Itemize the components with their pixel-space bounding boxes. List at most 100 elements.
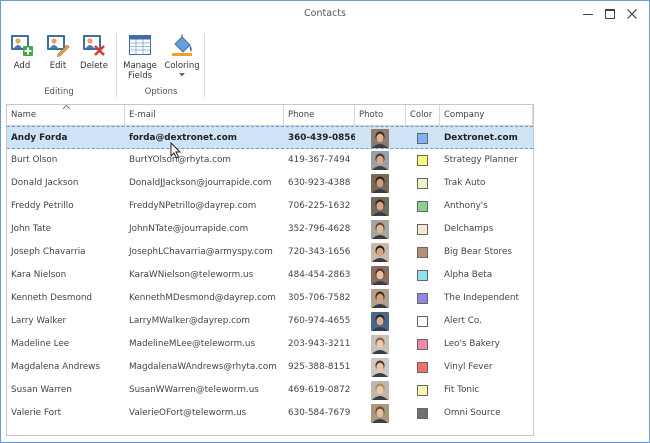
close-button[interactable] (621, 4, 643, 24)
phone-cell[interactable]: 419-367-7494 (284, 149, 355, 172)
name-cell[interactable]: Joseph Chavarria (7, 241, 125, 264)
phone-cell[interactable]: 360-439-0856 (284, 127, 355, 150)
manage-fields-button[interactable]: Manage Fields (119, 31, 161, 81)
maximize-button[interactable] (599, 4, 621, 24)
company-cell[interactable]: Alert Co. (440, 310, 533, 333)
company-cell[interactable]: Dextronet.com (440, 127, 533, 150)
photo-cell[interactable] (355, 356, 406, 379)
photo-cell[interactable] (355, 287, 406, 310)
table-row[interactable]: Andy Forda forda@dextronet.com 360-439-085… (7, 126, 533, 149)
column-header-phone[interactable]: Phone (284, 105, 355, 126)
color-cell[interactable] (406, 402, 440, 425)
color-cell[interactable] (406, 195, 440, 218)
name-cell[interactable]: Valerie Fort (7, 402, 125, 425)
column-header-photo[interactable]: Photo (355, 105, 406, 126)
email-cell[interactable]: ValerieOFort@teleworm.us (125, 402, 284, 425)
email-cell[interactable]: LarryMWalker@dayrep.com (125, 310, 284, 333)
name-cell[interactable]: Freddy Petrillo (7, 195, 125, 218)
email-cell[interactable]: MadelineMLee@teleworm.us (125, 333, 284, 356)
company-cell[interactable]: Fit Tonic (440, 379, 533, 402)
name-cell[interactable]: Madeline Lee (7, 333, 125, 356)
company-cell[interactable]: Strategy Planner (440, 149, 533, 172)
color-cell[interactable] (406, 379, 440, 402)
photo-cell[interactable] (355, 402, 406, 425)
color-cell[interactable] (406, 172, 440, 195)
photo-cell[interactable] (355, 218, 406, 241)
email-cell[interactable]: KennethMDesmond@dayrep.com (125, 287, 284, 310)
table-row[interactable]: Magdalena Andrews MagdalenaWAndrews@rhyta… (7, 356, 533, 379)
color-cell[interactable] (406, 241, 440, 264)
company-cell[interactable]: Leo's Bakery (440, 333, 533, 356)
name-cell[interactable]: Donald Jackson (7, 172, 125, 195)
company-cell[interactable]: Big Bear Stores (440, 241, 533, 264)
photo-cell[interactable] (355, 241, 406, 264)
photo-cell[interactable] (355, 333, 406, 356)
color-cell[interactable] (406, 333, 440, 356)
photo-cell[interactable] (355, 127, 406, 150)
color-cell[interactable] (406, 264, 440, 287)
table-row[interactable]: Freddy Petrillo FreddyNPetrillo@dayrep.co… (7, 195, 533, 218)
photo-cell[interactable] (355, 264, 406, 287)
phone-cell[interactable]: 484-454-2863 (284, 264, 355, 287)
email-cell[interactable]: SusanWWarren@teleworm.us (125, 379, 284, 402)
color-cell[interactable] (406, 218, 440, 241)
email-cell[interactable]: forda@dextronet.com (125, 127, 284, 150)
minimize-button[interactable] (577, 4, 599, 24)
company-cell[interactable]: Omni Source (440, 402, 533, 425)
add-button[interactable]: Add (5, 31, 39, 79)
table-row[interactable]: Valerie Fort ValerieOFort@teleworm.us 630-… (7, 402, 533, 425)
photo-cell[interactable] (355, 310, 406, 333)
phone-cell[interactable]: 720-343-1656 (284, 241, 355, 264)
phone-cell[interactable]: 469-619-0872 (284, 379, 355, 402)
photo-cell[interactable] (355, 172, 406, 195)
phone-cell[interactable]: 630-584-7679 (284, 402, 355, 425)
email-cell[interactable]: JosephLChavarria@armyspy.com (125, 241, 284, 264)
color-cell[interactable] (406, 287, 440, 310)
company-cell[interactable]: Anthony's (440, 195, 533, 218)
phone-cell[interactable]: 630-923-4388 (284, 172, 355, 195)
name-cell[interactable]: Magdalena Andrews (7, 356, 125, 379)
name-cell[interactable]: Kenneth Desmond (7, 287, 125, 310)
email-cell[interactable]: JohnNTate@jourrapide.com (125, 218, 284, 241)
photo-cell[interactable] (355, 195, 406, 218)
color-cell[interactable] (406, 356, 440, 379)
table-row[interactable]: Larry Walker LarryMWalker@dayrep.com 760-9… (7, 310, 533, 333)
company-cell[interactable]: Delchamps (440, 218, 533, 241)
phone-cell[interactable]: 925-388-8151 (284, 356, 355, 379)
company-cell[interactable]: The Independent (440, 287, 533, 310)
email-cell[interactable]: BurtYOlson@rhyta.com (125, 149, 284, 172)
photo-cell[interactable] (355, 149, 406, 172)
name-cell[interactable]: Susan Warren (7, 379, 125, 402)
name-cell[interactable]: Burt Olson (7, 149, 125, 172)
phone-cell[interactable]: 305-706-7582 (284, 287, 355, 310)
company-cell[interactable]: Vinyl Fever (440, 356, 533, 379)
table-row[interactable]: Donald Jackson DonaldJJackson@jourrapide.… (7, 172, 533, 195)
table-row[interactable]: Kara Nielson KaraWNielson@teleworm.us 484-… (7, 264, 533, 287)
table-row[interactable]: Kenneth Desmond KennethMDesmond@dayrep.co… (7, 287, 533, 310)
color-cell[interactable] (406, 149, 440, 172)
company-cell[interactable]: Alpha Beta (440, 264, 533, 287)
phone-cell[interactable]: 203-943-3211 (284, 333, 355, 356)
table-row[interactable]: John Tate JohnNTate@jourrapide.com 352-796… (7, 218, 533, 241)
table-row[interactable]: Susan Warren SusanWWarren@teleworm.us 469-… (7, 379, 533, 402)
photo-cell[interactable] (355, 379, 406, 402)
name-cell[interactable]: Andy Forda (7, 127, 125, 150)
name-cell[interactable]: Larry Walker (7, 310, 125, 333)
column-header-company[interactable]: Company (440, 105, 533, 126)
delete-button[interactable]: Delete (77, 31, 111, 79)
column-header-email[interactable]: E-mail (125, 105, 284, 126)
name-cell[interactable]: Kara Nielson (7, 264, 125, 287)
table-row[interactable]: Burt Olson BurtYOlson@rhyta.com 419-367-74… (7, 149, 533, 172)
coloring-dropdown-button[interactable]: Coloring (161, 31, 203, 79)
edit-button[interactable]: Edit (41, 31, 75, 79)
table-row[interactable]: Madeline Lee MadelineMLee@teleworm.us 203-… (7, 333, 533, 356)
email-cell[interactable]: FreddyNPetrillo@dayrep.com (125, 195, 284, 218)
color-cell[interactable] (406, 127, 440, 150)
name-cell[interactable]: John Tate (7, 218, 125, 241)
phone-cell[interactable]: 352-796-4628 (284, 218, 355, 241)
company-cell[interactable]: Trak Auto (440, 172, 533, 195)
phone-cell[interactable]: 760-974-4655 (284, 310, 355, 333)
color-cell[interactable] (406, 310, 440, 333)
phone-cell[interactable]: 706-225-1632 (284, 195, 355, 218)
email-cell[interactable]: DonaldJJackson@jourrapide.com (125, 172, 284, 195)
